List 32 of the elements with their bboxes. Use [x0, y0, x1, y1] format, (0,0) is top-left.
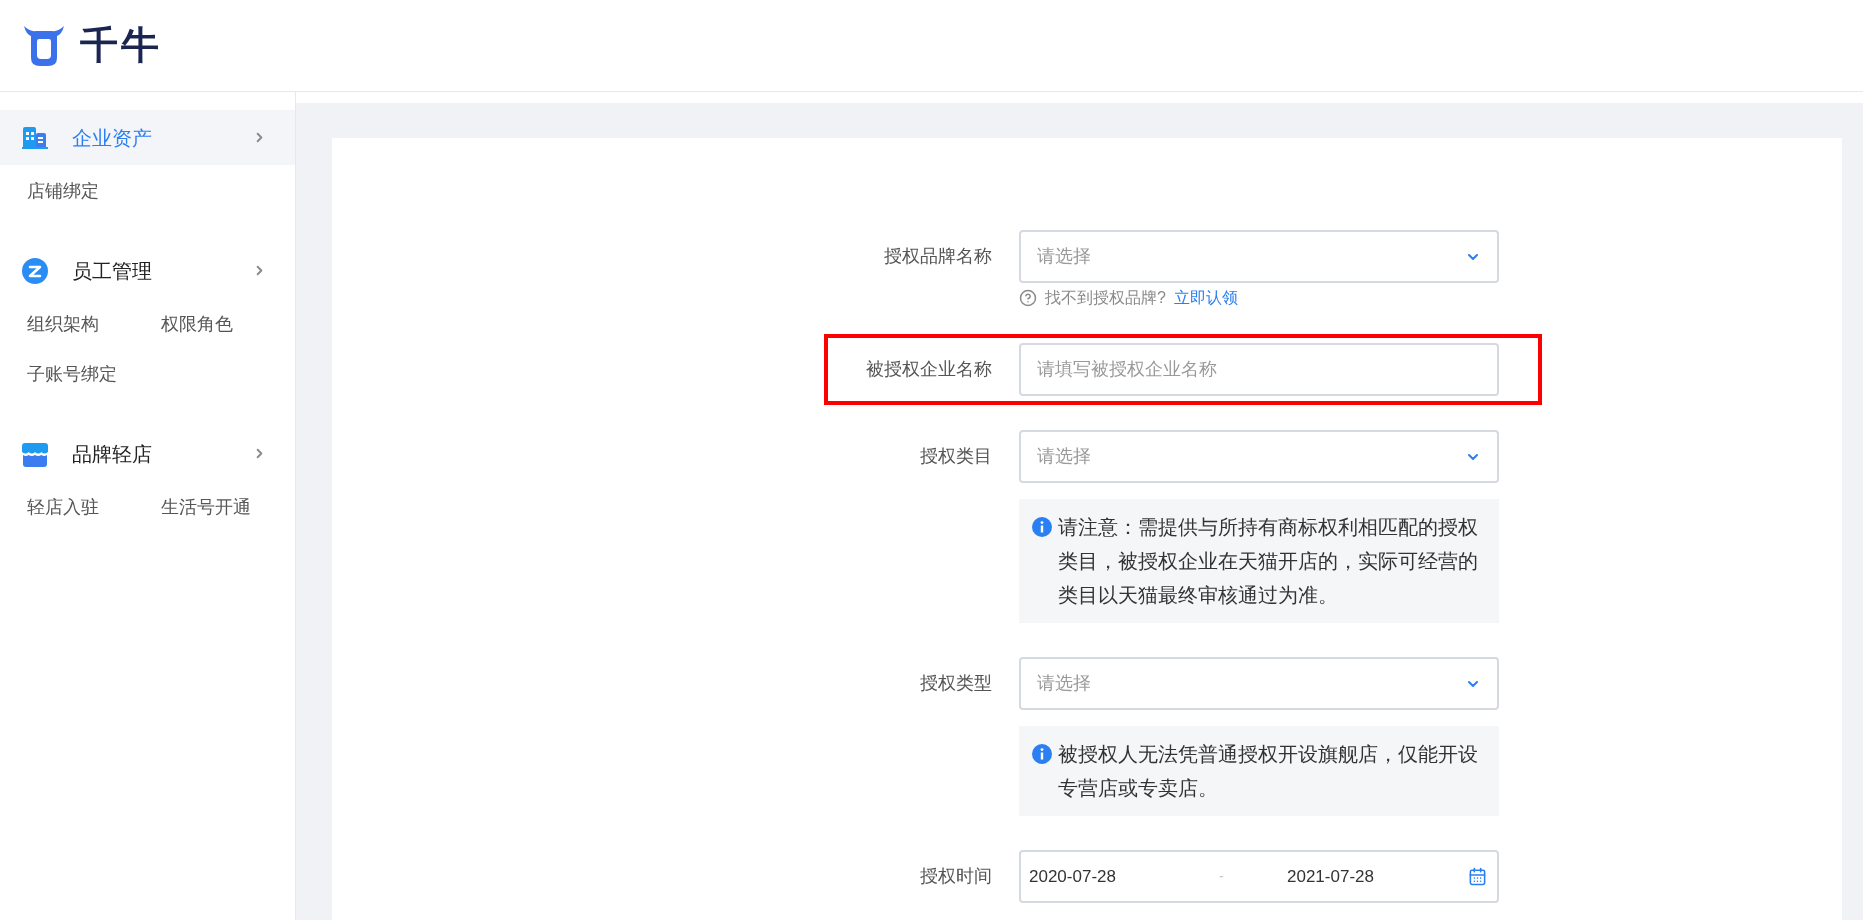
sidebar-group-header[interactable]: 企业资产 — [0, 110, 295, 165]
start-date: 2020-07-28 — [1029, 865, 1117, 888]
hint-text: 找不到授权品牌? — [1045, 288, 1166, 308]
field-label: 被授权企业名称 — [865, 358, 992, 381]
field-label: 授权品牌名称 — [883, 245, 992, 268]
end-date: 2021-07-28 — [1287, 865, 1375, 888]
help-icon — [1019, 289, 1037, 307]
shop-icon — [22, 440, 48, 467]
date-separator: - — [1219, 867, 1225, 886]
notice-text: 被授权人无法凭普通授权开设旗舰店，仅能开设专营店或专卖店。 — [1058, 742, 1479, 801]
z-circle-icon — [22, 257, 48, 284]
sidebar-link[interactable]: 组织架构 — [27, 310, 99, 338]
sidebar-link[interactable]: 子账号绑定 — [27, 360, 117, 388]
sidebar-link[interactable]: 生活号开通 — [161, 493, 251, 521]
sidebar-group-header[interactable]: 员工管理 — [0, 243, 295, 298]
sidebar-group-header[interactable]: 品牌轻店 — [0, 426, 295, 481]
building-icon — [22, 125, 48, 150]
date-range-field[interactable]: 2020-07-28 - 2021-07-28 — [1019, 850, 1499, 903]
input-field[interactable]: 请填写被授权企业名称 — [1019, 343, 1499, 396]
sidebar-link[interactable]: 轻店入驻 — [27, 493, 99, 521]
field-label: 授权类目 — [919, 445, 992, 468]
notice-text: 请注意：需提供与所持有商标权利相匹配的授权类目，被授权企业在天猫开店的，实际可经营的类目以天猫最终审核通过为准。 — [1058, 515, 1479, 608]
info-icon — [1032, 517, 1052, 537]
sidebar-link[interactable]: 权限角色 — [161, 310, 233, 338]
calendar-icon — [1468, 867, 1487, 886]
sidebar-link[interactable]: 店铺绑定 — [27, 177, 99, 205]
field-label: 授权类型 — [919, 672, 992, 695]
cow-head-logo-icon — [22, 23, 66, 68]
field-label: 授权时间 — [919, 865, 992, 888]
info-icon — [1032, 744, 1052, 764]
claim-link[interactable]: 立即认领 — [1173, 286, 1238, 310]
logo-text: 千牛 — [80, 23, 162, 68]
